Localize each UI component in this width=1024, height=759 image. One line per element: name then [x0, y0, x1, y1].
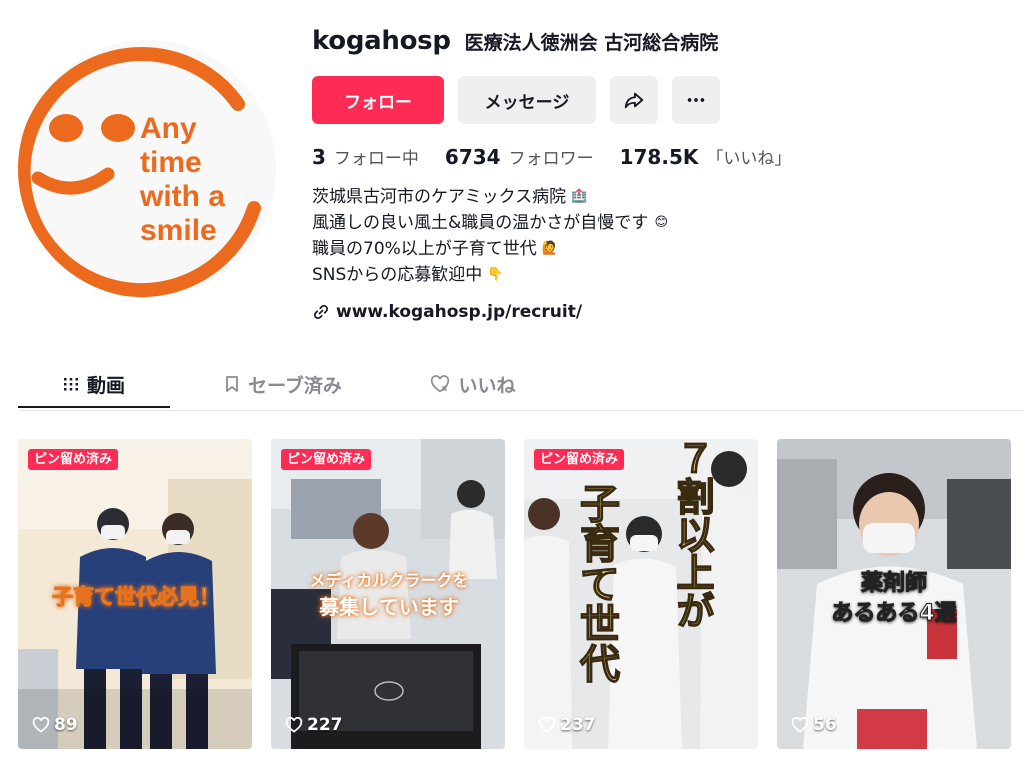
like-count: 227	[307, 715, 343, 735]
avatar-text-1: Any	[140, 112, 197, 145]
heart-icon	[431, 375, 450, 393]
bio-text: 職員の70%以上が子育て世代	[312, 239, 537, 259]
followers-label: フォロワー	[508, 149, 594, 169]
avatar[interactable]: Any time with a smile	[18, 40, 276, 298]
video-overlay-text: 子育て世代	[572, 482, 620, 684]
tab-saved[interactable]: セーブ済み	[208, 360, 358, 408]
nickname: 医療法人徳洲会 古河総合病院	[464, 32, 719, 54]
video-likes: 237	[538, 715, 596, 735]
tab-label: セーブ済み	[248, 374, 342, 397]
link-text[interactable]: www.kogahosp.jp/recruit/	[336, 302, 582, 322]
profile-info: kogahosp 医療法人徳洲会 古河総合病院 フォロー メッセージ 3 フォロ…	[312, 26, 1012, 322]
name-row: kogahosp 医療法人徳洲会 古河総合病院	[312, 26, 1012, 62]
tab-label: 動画	[86, 374, 125, 397]
bio-text: 風通しの良い風土&職員の温かさが自慢です	[312, 213, 649, 233]
share-button[interactable]	[610, 76, 658, 124]
username: kogahosp	[312, 26, 451, 56]
followers-count: 6734	[444, 145, 501, 169]
pinned-badge: ピン留め済み	[281, 449, 372, 470]
stats-row: 3 フォロー中 6734 フォロワー 178.5K 「いいね」	[312, 144, 1012, 172]
like-count: 237	[560, 715, 596, 735]
like-count: 56	[813, 715, 837, 735]
tab-label: いいね	[458, 374, 516, 397]
more-button[interactable]	[672, 76, 720, 124]
heart-icon	[791, 717, 809, 733]
video-card[interactable]: 薬剤師 あるある4選 56	[777, 439, 1011, 749]
bookmark-icon	[226, 376, 238, 392]
bio-text: 茨城県古河市のケアミックス病院	[312, 187, 567, 207]
video-card[interactable]: ピン留め済み メディカルクラークを 募集しています 227	[271, 439, 505, 749]
likes-label: 「いいね」	[706, 149, 792, 169]
following-count: 3	[312, 145, 326, 169]
action-buttons: フォロー メッセージ	[312, 76, 1012, 124]
video-card[interactable]: ピン留め済み 子育て世代必見！ 89	[18, 439, 252, 749]
heart-icon	[538, 717, 556, 733]
raising-hand-emoji-icon: 🙋	[541, 241, 558, 256]
likes-count: 178.5K	[619, 145, 699, 169]
video-thumbnail	[524, 439, 758, 749]
video-overlay-text: あるある4選	[831, 601, 957, 627]
followers-stat[interactable]: 6734 フォロワー	[445, 144, 594, 169]
grid-icon	[63, 378, 78, 391]
hospital-emoji-icon: 🏥	[571, 189, 588, 204]
avatar-text-2: time	[140, 146, 202, 179]
avatar-text-3: with a	[139, 180, 225, 213]
profile-link[interactable]: www.kogahosp.jp/recruit/	[312, 302, 1012, 322]
share-icon	[624, 92, 644, 109]
smile-emoji-icon: 😊	[654, 215, 669, 230]
link-icon	[314, 305, 328, 319]
bio: 茨城県古河市のケアミックス病院 🏥 風通しの良い風土&職員の温かさが自慢です 😊…	[312, 184, 1012, 288]
video-overlay-text: 薬剤師	[860, 571, 927, 597]
likes-stat: 178.5K 「いいね」	[620, 144, 792, 169]
bio-line: 茨城県古河市のケアミックス病院 🏥	[312, 184, 1012, 210]
video-likes: 227	[285, 715, 343, 735]
bio-line: SNSからの応募歓迎中 👇	[312, 262, 1012, 288]
heart-icon	[32, 717, 50, 733]
video-card[interactable]: ピン留め済み ７割以上が 子育て世代 237	[524, 439, 758, 749]
heart-icon	[285, 717, 303, 733]
bio-line: 風通しの良い風土&職員の温かさが自慢です 😊	[312, 210, 1012, 236]
pinned-badge: ピン留め済み	[534, 449, 625, 470]
avatar-text-4: smile	[140, 214, 217, 247]
video-likes: 89	[32, 715, 78, 735]
active-tab-indicator	[18, 406, 170, 408]
tab-liked[interactable]: いいね	[423, 360, 523, 408]
message-button[interactable]: メッセージ	[458, 76, 596, 124]
video-overlay-text: 募集しています	[319, 595, 459, 619]
like-count: 89	[54, 715, 78, 735]
pinned-badge: ピン留め済み	[28, 449, 119, 470]
tab-videos[interactable]: 動画	[18, 360, 170, 408]
following-label: フォロー中	[333, 149, 419, 169]
video-overlay-text: 子育て世代必見！	[52, 585, 221, 610]
bio-text: SNSからの応募歓迎中	[312, 265, 483, 285]
video-likes: 56	[791, 715, 837, 735]
pointing-down-emoji-icon: 👇	[487, 267, 504, 282]
bio-line: 職員の70%以上が子育て世代 🙋	[312, 236, 1012, 262]
profile-tabs: 動画 セーブ済み いいね	[18, 360, 1024, 411]
video-overlay-text: メディカルクラークを	[309, 571, 469, 590]
follow-button[interactable]: フォロー	[312, 76, 444, 124]
following-stat[interactable]: 3 フォロー中	[312, 144, 419, 169]
video-overlay-text: ７割以上が	[669, 439, 715, 630]
more-icon	[687, 98, 705, 102]
